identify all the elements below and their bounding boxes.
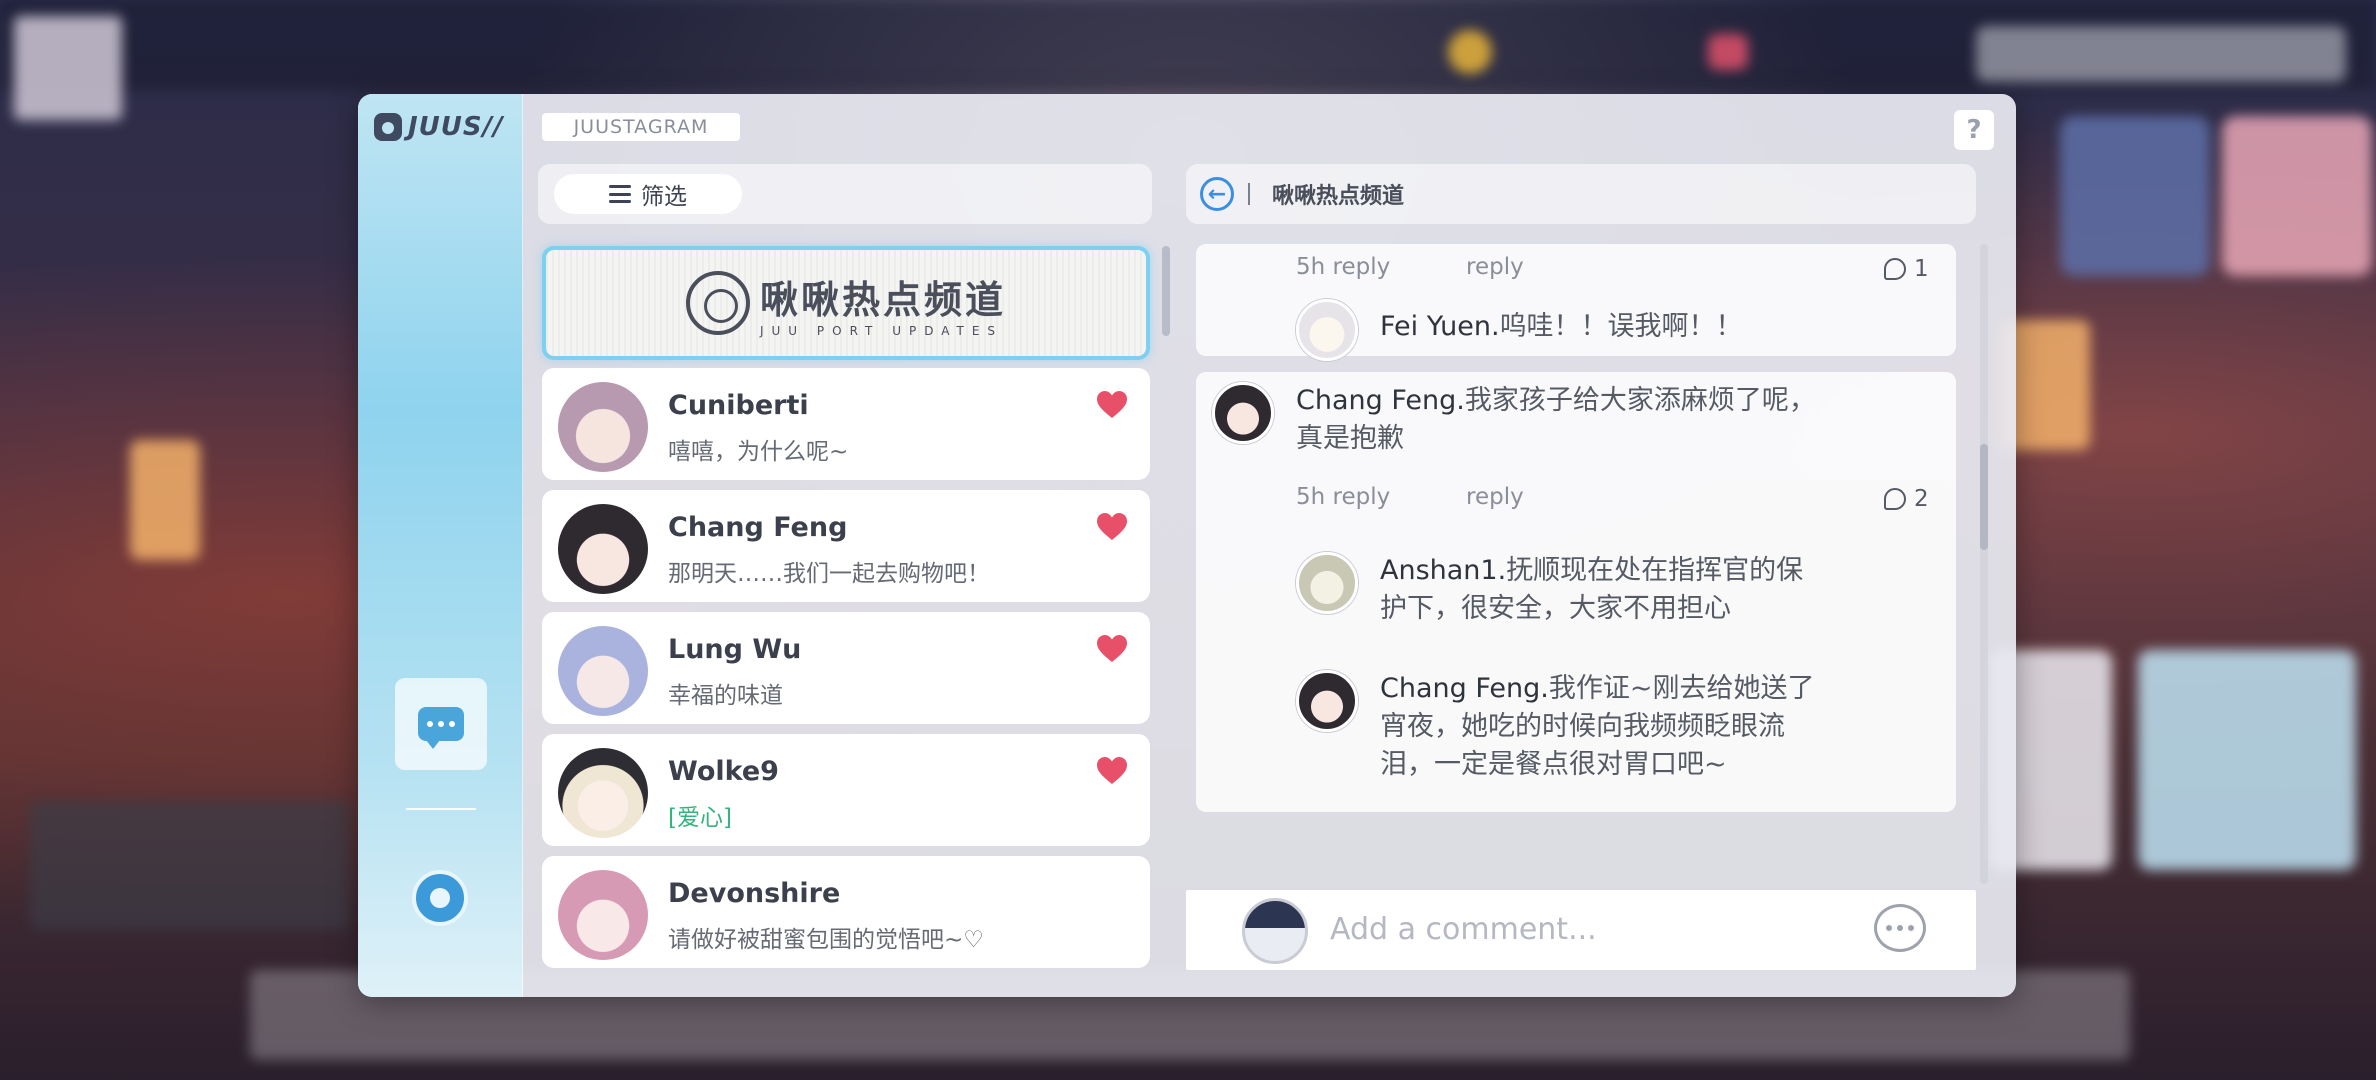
channel-card-subtitle: JUU PORT UPDATES: [759, 323, 1004, 338]
chat-name: Wolke9: [668, 756, 779, 787]
chat-preview: [爱心]: [668, 805, 732, 831]
list-icon: [609, 185, 631, 203]
avatar: [1296, 552, 1358, 614]
feed-scrollbar-track: [1980, 244, 1988, 884]
post-time: 5h reply: [1296, 254, 1391, 280]
chat-preview: 那明天……我们一起去购物吧！: [668, 561, 990, 587]
channel-title: 啾啾热点频道: [1272, 184, 1405, 209]
comment-icon: [1884, 258, 1906, 280]
channel-feed: 5h reply reply 1 Fei Yuen.呜哇！！误我啊！！ Chan…: [1186, 244, 1976, 884]
avatar: [1296, 299, 1358, 361]
sidebar-chat-button[interactable]: [395, 678, 487, 770]
chat-item-chang-feng[interactable]: Chang Feng 那明天……我们一起去购物吧！: [542, 490, 1150, 602]
channel-card-title: 啾啾热点频道: [759, 277, 1006, 322]
chat-preview: 嘻嘻，为什么呢~: [668, 439, 849, 465]
post-text: Chang Feng.我家孩子给大家添麻烦了呢， 真是抱歉: [1296, 385, 1816, 454]
reply-link[interactable]: reply: [1466, 484, 1524, 510]
filter-button[interactable]: 筛选: [554, 174, 742, 214]
background-player-avatar: [14, 16, 122, 120]
heart-icon[interactable]: [1096, 390, 1128, 420]
heart-icon[interactable]: [1096, 512, 1128, 542]
sidebar: JUUS//: [358, 94, 523, 997]
comment-icon: [1884, 488, 1906, 510]
help-button[interactable]: ?: [1954, 110, 1994, 150]
chat-item-devonshire[interactable]: Devonshire 请做好被甜蜜包围的觉悟吧~♡: [542, 856, 1150, 968]
avatar: [1296, 670, 1358, 732]
background-lantern: [130, 440, 200, 560]
avatar: [1212, 382, 1274, 444]
juustagram-window: JUUS// JUUSTAGRAM ? 筛选 啾啾热点频道 JUU PORT U…: [358, 94, 2016, 997]
hot-channel-card[interactable]: 啾啾热点频道 JUU PORT UPDATES: [542, 246, 1150, 360]
avatar: [558, 748, 648, 838]
reply-text: Fei Yuen.呜哇！！误我啊！！: [1380, 311, 1743, 342]
background-heart-icon: [1708, 34, 1748, 70]
post-card: Chang Feng.我家孩子给大家添麻烦了呢， 真是抱歉 5h reply r…: [1196, 372, 1956, 812]
channel-header: ← 啾啾热点频道: [1186, 164, 1976, 224]
reply-count[interactable]: 1: [1884, 256, 1929, 282]
sidebar-divider: [406, 808, 476, 810]
app-tag: JUUSTAGRAM: [542, 113, 740, 141]
app-logo: JUUS//: [374, 112, 504, 142]
avatar: [558, 382, 648, 472]
post-time: 5h reply: [1296, 484, 1391, 510]
reply-text: Anshan1.抚顺现在处在指挥官的保 护下，很安全，大家不用担心: [1380, 555, 1804, 624]
chat-item-cuniberti[interactable]: Cuniberti 嘻嘻，为什么呢~: [542, 368, 1150, 480]
chat-name: Lung Wu: [668, 634, 802, 665]
sidebar-camera-button[interactable]: [412, 870, 468, 926]
background-top-buttons: [1976, 26, 2346, 82]
heart-icon[interactable]: [1096, 756, 1128, 786]
chat-item-lung-wu[interactable]: Lung Wu 幸福的味道: [542, 612, 1150, 724]
logo-text: JUUS//: [408, 112, 504, 142]
avatar: [558, 504, 648, 594]
chat-item-wolke9[interactable]: Wolke9 [爱心]: [542, 734, 1150, 846]
back-arrow-icon[interactable]: ←: [1200, 177, 1234, 211]
post-card: 5h reply reply 1 Fei Yuen.呜哇！！误我啊！！: [1196, 244, 1956, 361]
avatar: [558, 626, 648, 716]
comment-input[interactable]: [1330, 906, 1850, 952]
background-coin-icon: [1448, 30, 1492, 74]
filter-label: 筛选: [641, 184, 687, 210]
feed-scrollbar-thumb[interactable]: [1980, 444, 1988, 550]
heart-icon[interactable]: [1096, 634, 1128, 664]
my-avatar: [1242, 898, 1308, 964]
background-banner: [2138, 650, 2356, 870]
logo-mark-icon: [374, 113, 402, 141]
background-character-portrait: [2060, 116, 2210, 276]
send-comment-icon[interactable]: [1874, 904, 1926, 952]
background-character-portrait: [2222, 116, 2372, 276]
chat-name: Cuniberti: [668, 390, 809, 421]
chat-list-scrollbar[interactable]: [1162, 246, 1170, 336]
chat-list: 啾啾热点频道 JUU PORT UPDATES Cuniberti 嘻嘻，为什么…: [542, 246, 1150, 997]
chat-preview: 请做好被甜蜜包围的觉悟吧~♡: [668, 927, 984, 953]
filter-bar: 筛选: [538, 164, 1152, 224]
chat-name: Devonshire: [668, 878, 841, 909]
reply-text: Chang Feng.我作证~刚去给她送了 宵夜，她吃的时候向我频频眨眼流 泪，…: [1380, 673, 1815, 780]
chat-preview: 幸福的味道: [668, 683, 783, 709]
avatar: [558, 870, 648, 960]
chat-name: Chang Feng: [668, 512, 848, 543]
reply-link[interactable]: reply: [1466, 254, 1524, 280]
channel-badge-icon: [685, 271, 750, 335]
reply-count[interactable]: 2: [1884, 486, 1929, 512]
header-separator: [1248, 183, 1250, 205]
comment-bar: [1186, 890, 1976, 970]
background-panel: [30, 800, 350, 930]
chat-bubble-icon: [418, 707, 464, 749]
